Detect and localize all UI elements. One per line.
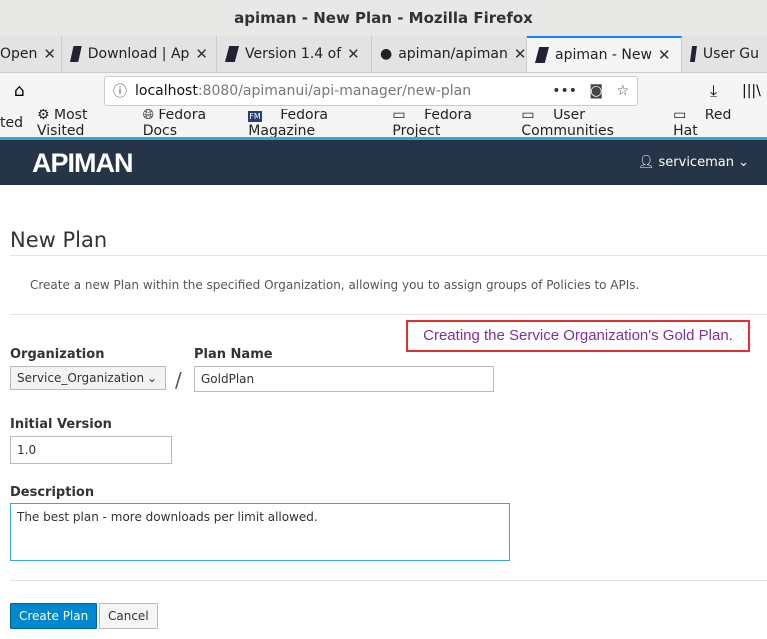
bookmarks-bar: ted ⚙ Most Visited 🌐︎ Fedora Docs FM Fed… bbox=[0, 107, 767, 139]
chevron-down-icon: ⌄ bbox=[146, 371, 157, 385]
create-plan-button[interactable]: Create Plan bbox=[10, 603, 98, 629]
initial-version-input[interactable]: 1.0 bbox=[10, 436, 172, 464]
app-header: APIMAN 👤︎ serviceman ⌄ bbox=[0, 137, 767, 185]
close-icon[interactable]: ✕ bbox=[514, 45, 526, 63]
divider bbox=[10, 255, 767, 256]
bookmark[interactable]: ▭ User Communities bbox=[521, 107, 659, 139]
folder-icon: ▭ bbox=[673, 107, 687, 123]
tab[interactable]: User Gu bbox=[682, 36, 767, 72]
organization-select[interactable]: Service_Organization ⌄ bbox=[10, 366, 166, 390]
apiman-favicon-icon bbox=[535, 47, 549, 63]
annotation-callout: Creating the Service Organization's Gold… bbox=[406, 320, 750, 352]
close-icon[interactable]: ✕ bbox=[195, 45, 208, 63]
bookmark[interactable]: ▭ Red Hat bbox=[673, 107, 753, 139]
bookmark-label: Fedora Docs bbox=[142, 107, 207, 139]
apiman-favicon-icon bbox=[690, 46, 697, 62]
tab[interactable]: Version 1.4 of ✕ bbox=[217, 36, 372, 72]
username: serviceman bbox=[658, 155, 734, 170]
close-icon[interactable]: ✕ bbox=[347, 45, 360, 63]
bookmark[interactable]: ⚙ Most Visited bbox=[37, 107, 129, 139]
home-icon[interactable]: ⌂ bbox=[14, 81, 25, 101]
folder-icon: ▭ bbox=[392, 107, 406, 123]
pocket-icon[interactable]: ◙ bbox=[589, 83, 603, 99]
bookmark[interactable]: 🌐︎ Fedora Docs bbox=[143, 107, 235, 139]
plan-name-label: Plan Name bbox=[194, 347, 273, 362]
description-label: Description bbox=[10, 485, 95, 500]
close-icon[interactable]: ✕ bbox=[658, 46, 671, 64]
tab-label: Version 1.4 of bbox=[245, 46, 342, 62]
folder-icon: ▭ bbox=[521, 107, 535, 123]
divider bbox=[10, 580, 767, 581]
window-title: apiman - New Plan - Mozilla Firefox bbox=[0, 0, 767, 36]
url-bar[interactable]: ⓘ localhost:8080/apimanui/api-manager/ne… bbox=[104, 76, 638, 106]
bookmark[interactable]: FM Fedora Magazine bbox=[248, 107, 378, 139]
cancel-button[interactable]: Cancel bbox=[99, 603, 158, 629]
organization-label: Organization bbox=[10, 347, 105, 362]
chevron-down-icon: ⌄ bbox=[738, 155, 749, 170]
tab-label: User Gu bbox=[702, 46, 759, 62]
tab-active[interactable]: apiman - New ✕ bbox=[527, 36, 682, 72]
tab-label: apiman/apiman bbox=[398, 46, 508, 62]
github-icon: ● bbox=[380, 46, 393, 62]
bookmark[interactable]: ▭ Fedora Project bbox=[392, 107, 507, 139]
apiman-favicon-icon bbox=[70, 46, 82, 62]
bookmark-label: Most Visited bbox=[37, 107, 88, 139]
nav-bar: ⌂ ⓘ localhost:8080/apimanui/api-manager/… bbox=[0, 73, 767, 109]
library-icon[interactable]: |||\ bbox=[742, 83, 761, 99]
tab-label: Open bbox=[0, 46, 38, 62]
url-host: localhost bbox=[135, 83, 198, 99]
star-icon[interactable]: ☆ bbox=[616, 83, 629, 99]
tab-label: apiman - New bbox=[555, 47, 652, 63]
organization-value: Service_Organization bbox=[17, 371, 145, 385]
apiman-logo[interactable]: APIMAN bbox=[32, 148, 133, 179]
tab[interactable]: Open ✕ bbox=[0, 36, 62, 72]
info-icon[interactable]: ⓘ bbox=[113, 81, 127, 101]
tab[interactable]: ● apiman/apiman ✕ bbox=[372, 36, 527, 72]
plan-name-input[interactable]: GoldPlan bbox=[194, 366, 494, 392]
more-icon[interactable]: ••• bbox=[552, 83, 577, 99]
tab-bar: Open ✕ Download | Ap ✕ Version 1.4 of ✕ ● ap… bbox=[0, 36, 767, 73]
page-title: New Plan bbox=[10, 228, 108, 252]
user-menu[interactable]: 👤︎ serviceman ⌄ bbox=[638, 155, 749, 170]
url-path: :8080/apimanui/api-manager/new-plan bbox=[197, 83, 472, 99]
download-icon[interactable]: ⤓ bbox=[710, 81, 717, 101]
user-icon: 👤︎ bbox=[637, 155, 655, 170]
fm-icon: FM bbox=[248, 111, 262, 122]
divider bbox=[10, 314, 767, 315]
tab[interactable]: Download | Ap ✕ bbox=[62, 36, 217, 72]
tab-label: Download | Ap bbox=[87, 46, 190, 62]
close-icon[interactable]: ✕ bbox=[43, 45, 56, 63]
bookmark[interactable]: ted bbox=[0, 115, 23, 131]
bookmark-label: User Communities bbox=[521, 107, 614, 139]
page-description: Create a new Plan within the specified O… bbox=[30, 278, 640, 292]
initial-version-label: Initial Version bbox=[10, 417, 112, 432]
separator: / bbox=[175, 368, 182, 392]
description-textarea[interactable]: The best plan - more downloads per limit… bbox=[10, 503, 510, 561]
apiman-favicon-icon bbox=[225, 46, 239, 62]
